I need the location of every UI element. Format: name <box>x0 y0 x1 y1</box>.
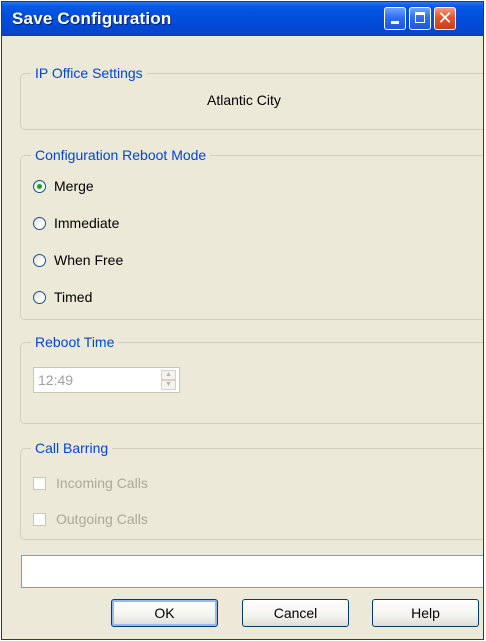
minimize-icon <box>391 21 399 24</box>
radio-when-free-button[interactable] <box>33 253 46 267</box>
reboot-mode-legend: Configuration Reboot Mode <box>31 146 211 164</box>
outgoing-calls-option: Outgoing Calls <box>33 509 148 529</box>
outgoing-calls-checkbox <box>33 512 46 526</box>
radio-timed-label[interactable]: Timed <box>54 289 92 305</box>
spin-up-icon: ▲ <box>161 370 176 380</box>
outgoing-calls-label: Outgoing Calls <box>56 511 148 527</box>
incoming-calls-label: Incoming Calls <box>56 475 148 491</box>
reboot-time-value: 12:49 <box>38 372 74 388</box>
reboot-time-legend: Reboot Time <box>31 333 119 351</box>
ip-office-site-name: Atlantic City <box>207 92 281 108</box>
maximize-button[interactable] <box>409 7 431 30</box>
radio-merge[interactable]: Merge <box>33 176 94 196</box>
cancel-button[interactable]: Cancel <box>242 599 349 627</box>
close-icon: ✕ <box>437 8 453 28</box>
radio-merge-button[interactable] <box>33 179 46 193</box>
reboot-time-group: Reboot Time 12:49 ▲ ▼ <box>20 333 483 424</box>
reboot-time-spinner: 12:49 ▲ ▼ <box>33 367 180 393</box>
spin-down-icon: ▼ <box>161 380 176 390</box>
ip-office-settings-group: IP Office Settings Atlantic City <box>20 64 483 130</box>
minimize-button[interactable] <box>384 7 406 30</box>
call-barring-group: Call Barring Incoming Calls Outgoing Cal… <box>20 439 483 540</box>
radio-timed-button[interactable] <box>33 290 46 304</box>
ok-button[interactable]: OK <box>111 599 218 627</box>
status-field <box>21 555 483 588</box>
incoming-calls-option: Incoming Calls <box>33 473 148 493</box>
radio-when-free[interactable]: When Free <box>33 250 123 270</box>
window-title: Save Configuration <box>12 9 172 28</box>
radio-timed[interactable]: Timed <box>33 287 92 307</box>
radio-immediate[interactable]: Immediate <box>33 213 119 233</box>
close-button[interactable]: ✕ <box>434 7 456 30</box>
radio-immediate-label[interactable]: Immediate <box>54 215 119 231</box>
reboot-mode-group: Configuration Reboot Mode Merge Immediat… <box>20 146 483 320</box>
radio-merge-label[interactable]: Merge <box>54 178 94 194</box>
ip-office-settings-legend: IP Office Settings <box>31 64 147 82</box>
incoming-calls-checkbox <box>33 476 46 490</box>
help-button[interactable]: Help <box>372 599 479 627</box>
maximize-icon <box>415 12 425 23</box>
call-barring-legend: Call Barring <box>31 439 113 457</box>
save-configuration-dialog: Save Configuration ✕ IP Office Settings … <box>1 1 484 640</box>
reboot-time-spin-buttons: ▲ ▼ <box>161 370 176 390</box>
radio-immediate-button[interactable] <box>33 216 46 230</box>
radio-when-free-label[interactable]: When Free <box>54 252 123 268</box>
title-bar[interactable]: Save Configuration ✕ <box>2 2 483 36</box>
